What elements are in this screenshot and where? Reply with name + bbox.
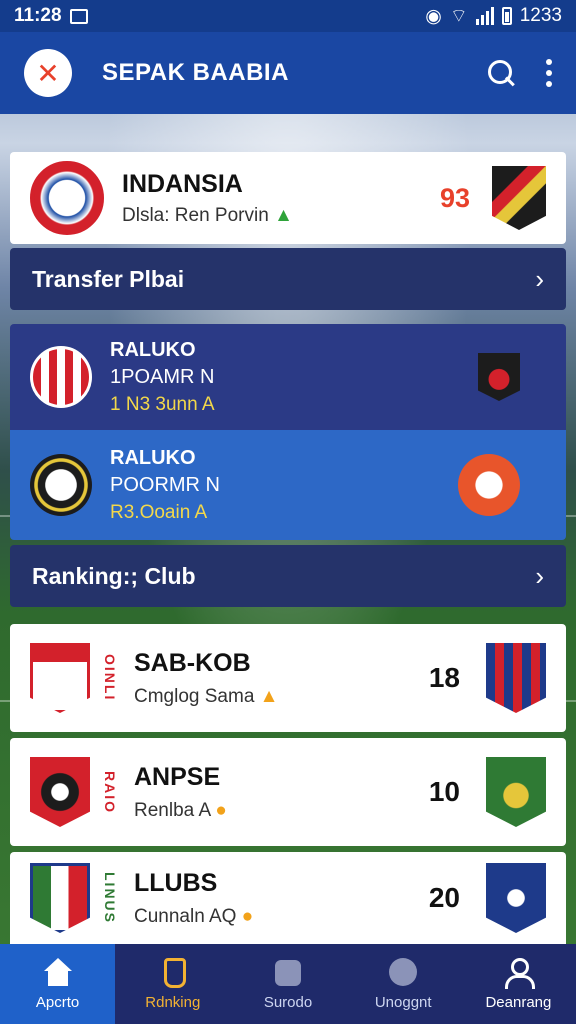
featured-team-card[interactable]: INDANSIA Dlsla: Ren Porvin ▲ 93 bbox=[10, 152, 566, 244]
club-badge-icon bbox=[458, 454, 520, 516]
signal-icon bbox=[475, 7, 494, 25]
app-title: SEPAK BAABIA bbox=[102, 59, 289, 86]
trophy-icon bbox=[157, 957, 189, 988]
nav-profile[interactable]: Deanrang bbox=[461, 944, 576, 1024]
close-icon: ✕ bbox=[36, 57, 60, 89]
transfer-section-title: Transfer Plbai bbox=[32, 265, 185, 292]
transfer-item[interactable]: RALUKO POORMR N R3.Ooain A bbox=[10, 430, 566, 540]
club-name: LLUBS bbox=[134, 868, 218, 897]
box-icon bbox=[272, 958, 304, 988]
club-badge-icon bbox=[486, 863, 546, 933]
dots-icon bbox=[387, 957, 419, 988]
club-badge-icon bbox=[478, 353, 520, 401]
transfer-fee: 1 N3 3unn A bbox=[110, 393, 215, 415]
home-icon bbox=[42, 957, 74, 988]
club-crest-icon bbox=[30, 346, 92, 408]
club-subtitle: Renlba A bbox=[134, 799, 211, 821]
club-name: SAB-KOB bbox=[134, 648, 251, 677]
trend-icon: ● bbox=[215, 799, 227, 821]
club-score: 18 bbox=[428, 662, 460, 693]
wifi-icon: ⌔ bbox=[449, 6, 468, 27]
trend-icon: ● bbox=[241, 905, 254, 927]
gallery-icon bbox=[69, 8, 88, 24]
ranking-section-title: Ranking:; Club bbox=[32, 562, 196, 589]
ranking-item[interactable]: LINUS LLUBS Cunnaln AQ ● 20 bbox=[10, 852, 566, 944]
featured-score: 93 bbox=[439, 182, 470, 213]
transfer-position: POORMR N bbox=[110, 473, 220, 496]
trend-up-icon: ▲ bbox=[274, 204, 293, 226]
opponent-badge-icon bbox=[492, 166, 546, 230]
ranking-item[interactable]: RAIO ANPSE Renlba A ● 10 bbox=[10, 738, 566, 846]
club-badge-icon bbox=[486, 757, 546, 827]
app-bar: ✕ SEPAK BAABIA bbox=[0, 32, 576, 114]
club-crest-icon bbox=[30, 643, 90, 713]
transfer-section-header[interactable]: Transfer Plbai › bbox=[10, 248, 566, 310]
transfer-player-name: RALUKO bbox=[110, 446, 196, 469]
club-crest-icon bbox=[30, 863, 90, 933]
nav-home[interactable]: Apcrto bbox=[0, 944, 116, 1024]
ranking-section-header[interactable]: Ranking:; Club › bbox=[10, 545, 566, 607]
status-bar: 11:28 ◉ ⌔ 1233 bbox=[0, 0, 576, 32]
status-right-text: 1233 bbox=[519, 5, 562, 26]
nav-label: Surodo bbox=[263, 993, 313, 1011]
nav-third[interactable]: Surodo bbox=[230, 944, 345, 1024]
nav-label: Deanrang bbox=[485, 993, 552, 1011]
chevron-right-icon: › bbox=[535, 560, 544, 591]
nav-label: Rdnking bbox=[145, 993, 201, 1011]
club-name: ANPSE bbox=[134, 762, 221, 791]
featured-team-name: INDANSIA bbox=[122, 169, 243, 198]
club-subtitle: Cmglog Sama bbox=[134, 685, 255, 707]
eye-icon: ◉ bbox=[425, 5, 442, 27]
club-crest-icon bbox=[30, 454, 92, 516]
bottom-navigation: Apcrto Rdnking Surodo Unoggnt Deanrang bbox=[0, 944, 576, 1024]
user-icon bbox=[502, 957, 536, 989]
ranking-item[interactable]: OINLI SAB-KOB Cmglog Sama ▲ 18 bbox=[10, 624, 566, 732]
nav-label: Unoggnt bbox=[374, 993, 432, 1011]
nav-ranking[interactable]: Rdnking bbox=[115, 944, 230, 1024]
club-crest-icon bbox=[30, 757, 90, 827]
transfer-fee: R3.Ooain A bbox=[110, 501, 208, 523]
chevron-right-icon: › bbox=[535, 263, 544, 294]
trend-icon: ▲ bbox=[259, 685, 279, 707]
status-right: ◉ ⌔ 1233 bbox=[425, 4, 562, 28]
transfer-item[interactable]: RALUKO 1POAMR N 1 N3 3unn A bbox=[10, 324, 566, 430]
club-vertical-text: RAIO bbox=[102, 770, 118, 814]
club-score: 20 bbox=[428, 882, 460, 913]
battery-icon bbox=[501, 7, 512, 25]
club-badge-icon bbox=[486, 643, 546, 713]
club-score: 10 bbox=[428, 776, 460, 807]
club-vertical-text: LINUS bbox=[102, 872, 118, 924]
nav-label: Apcrto bbox=[35, 993, 80, 1011]
transfer-position: 1POAMR N bbox=[110, 365, 215, 388]
nav-fourth[interactable]: Unoggnt bbox=[346, 944, 461, 1024]
search-icon[interactable] bbox=[486, 58, 516, 88]
close-button[interactable]: ✕ bbox=[24, 49, 72, 97]
more-vert-icon[interactable] bbox=[546, 59, 552, 87]
team-crest-icon bbox=[30, 161, 104, 235]
club-vertical-text: OINLI bbox=[102, 654, 118, 702]
club-subtitle: Cunnaln AQ bbox=[134, 905, 237, 927]
featured-subtitle: Dlsla: Ren Porvin bbox=[122, 204, 269, 226]
status-time: 11:28 bbox=[14, 5, 62, 26]
transfer-player-name: RALUKO bbox=[110, 338, 196, 361]
